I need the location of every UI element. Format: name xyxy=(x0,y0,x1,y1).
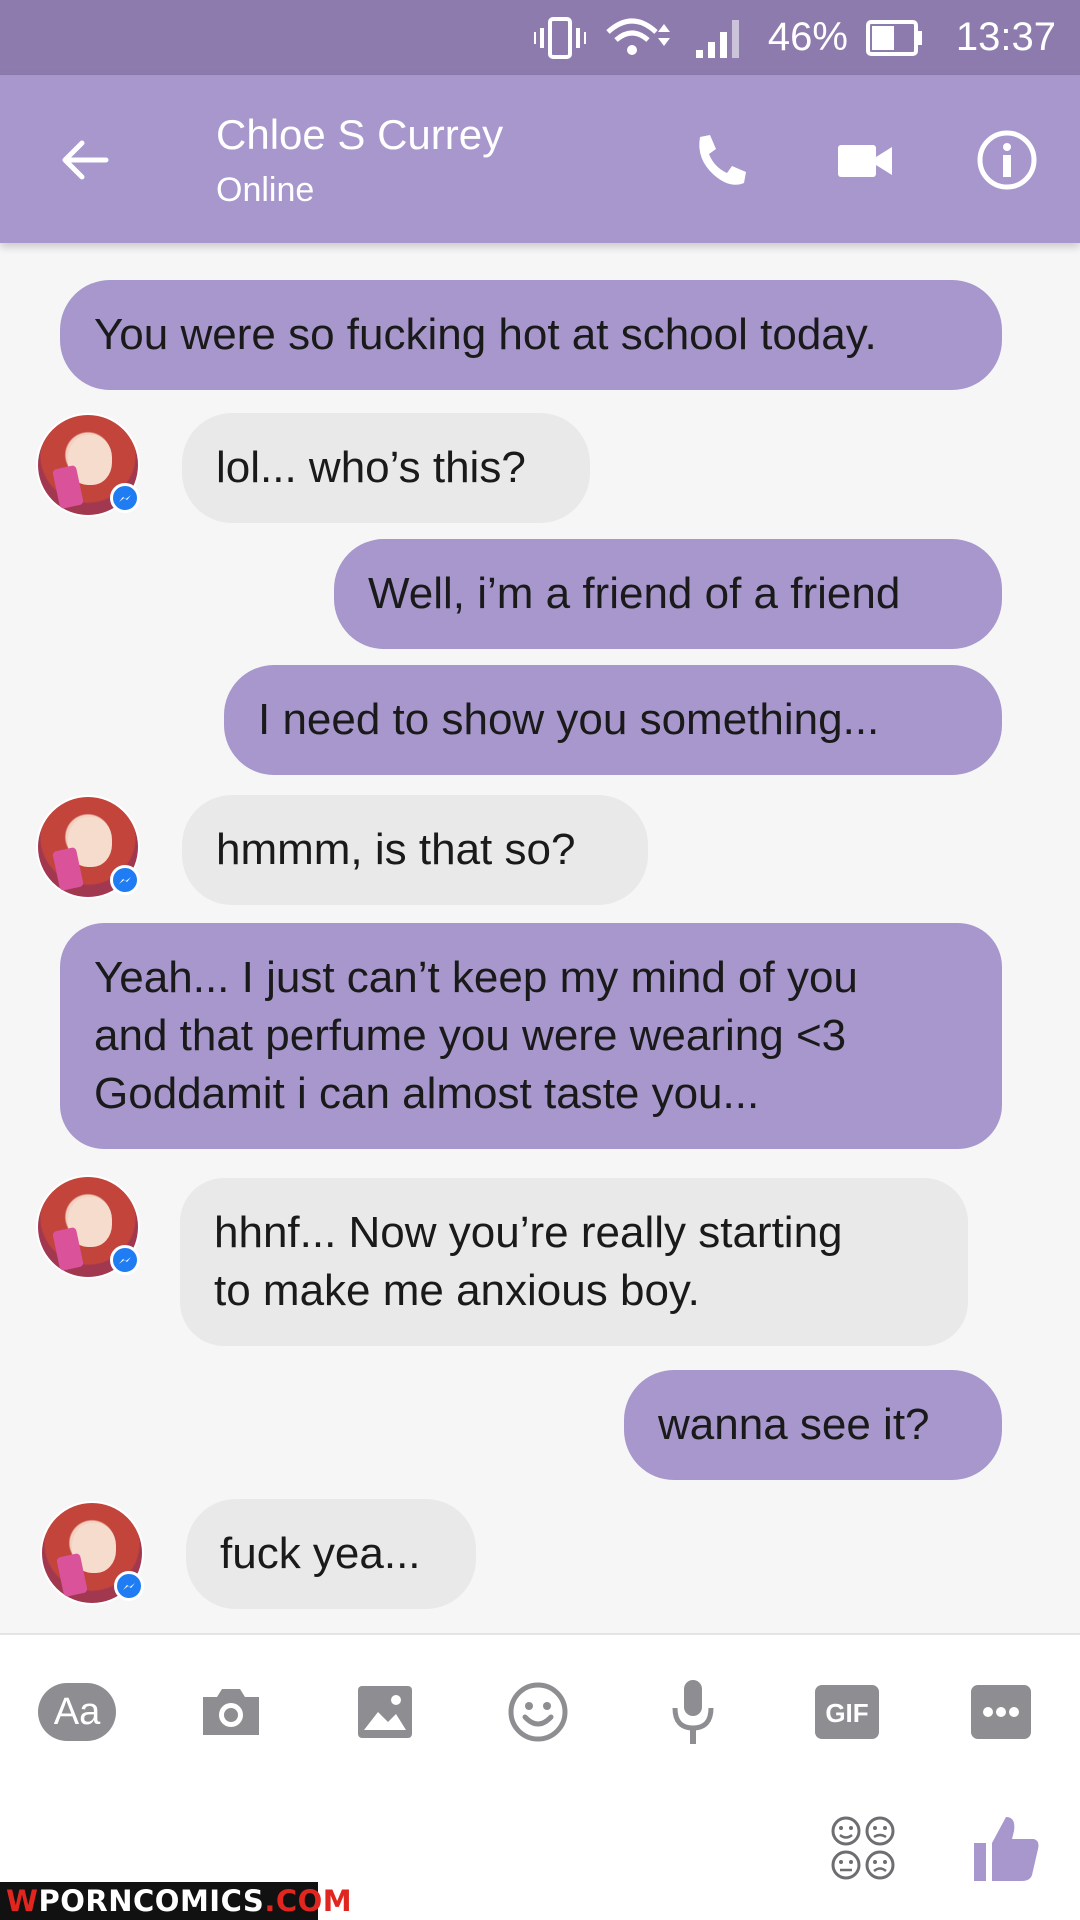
outgoing-message[interactable]: I need to show you something... xyxy=(224,665,1002,775)
watermark: WPORNCOMICS.COM xyxy=(0,1882,352,1920)
phone-call-icon[interactable] xyxy=(690,131,750,191)
gif-label: GIF xyxy=(825,1698,868,1728)
incoming-message[interactable]: lol... who’s this? xyxy=(182,413,590,523)
incoming-message[interactable]: hhnf... Now you’re really starting to ma… xyxy=(180,1178,968,1346)
incoming-message[interactable]: fuck yea... xyxy=(186,1499,476,1609)
messenger-badge-icon xyxy=(114,1571,144,1601)
battery-icon xyxy=(865,18,924,58)
wifi-icon xyxy=(604,16,676,60)
status-bar: 46% 13:37 xyxy=(0,0,1080,75)
messenger-badge-icon xyxy=(110,865,140,895)
contact-avatar[interactable] xyxy=(36,795,140,899)
more-icon[interactable] xyxy=(966,1677,1036,1747)
info-icon[interactable] xyxy=(976,129,1038,191)
thumbs-up-icon[interactable] xyxy=(972,1813,1042,1885)
stickers-icon[interactable] xyxy=(830,1815,896,1881)
microphone-icon[interactable] xyxy=(658,1677,728,1747)
messenger-badge-icon xyxy=(110,1245,140,1275)
clock: 13:37 xyxy=(955,15,1056,59)
camera-icon[interactable] xyxy=(196,1677,266,1747)
back-arrow-icon[interactable] xyxy=(58,133,112,187)
signal-icon xyxy=(694,16,746,60)
contact-avatar[interactable] xyxy=(36,1175,140,1279)
conversation-header: Chloe S Currey Online xyxy=(0,75,1080,243)
outgoing-message[interactable]: You were so fucking hot at school today. xyxy=(60,280,1002,390)
text-input-button[interactable]: Aa xyxy=(38,1683,116,1741)
messenger-badge-icon xyxy=(110,483,140,513)
composer-toolbar: Aa GIF xyxy=(0,1633,1080,1920)
image-icon[interactable] xyxy=(350,1677,420,1747)
watermark-prefix: W xyxy=(6,1884,39,1918)
contact-avatar[interactable] xyxy=(36,413,140,517)
gif-icon[interactable]: GIF xyxy=(812,1677,882,1747)
battery-percentage: 46% xyxy=(767,15,848,59)
incoming-message[interactable]: hmmm, is that so? xyxy=(182,795,648,905)
contact-avatar[interactable] xyxy=(40,1501,144,1605)
outgoing-message[interactable]: wanna see it? xyxy=(624,1370,1002,1480)
watermark-main: PORNCOMICS xyxy=(38,1884,265,1918)
presence-status: Online xyxy=(216,171,315,209)
outgoing-message[interactable]: Yeah... I just can’t keep my mind of you… xyxy=(60,923,1002,1149)
vibrate-icon xyxy=(533,16,586,60)
video-call-icon[interactable] xyxy=(836,135,894,187)
watermark-suffix: .COM xyxy=(264,1884,353,1918)
emoji-icon[interactable] xyxy=(503,1677,573,1747)
contact-name[interactable]: Chloe S Currey xyxy=(216,111,503,159)
outgoing-message[interactable]: Well, i’m a friend of a friend xyxy=(334,539,1002,649)
message-thread[interactable]: You were so fucking hot at school today.… xyxy=(0,243,1080,1633)
